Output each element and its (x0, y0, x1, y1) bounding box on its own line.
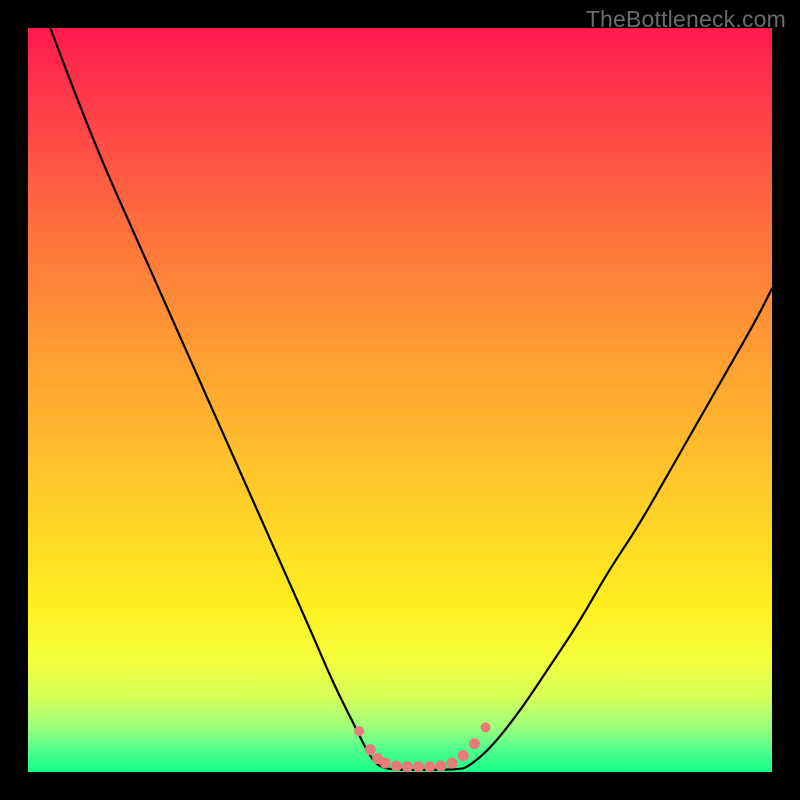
valley-marker (469, 738, 480, 749)
valley-marker (354, 726, 364, 736)
valley-marker (365, 744, 376, 755)
valley-marker (380, 758, 391, 769)
plot-area (28, 28, 772, 772)
valley-marker (447, 758, 458, 769)
valley-marker (435, 761, 446, 772)
outer-frame: TheBottleneck.com (0, 0, 800, 800)
valley-marker (391, 761, 402, 772)
bottleneck-curve (50, 28, 772, 770)
valley-marker (481, 722, 491, 732)
valley-marker (424, 761, 435, 772)
curve-layer (28, 28, 772, 772)
valley-marker (413, 761, 424, 772)
valley-marker (402, 761, 413, 772)
valley-marker (458, 750, 469, 761)
